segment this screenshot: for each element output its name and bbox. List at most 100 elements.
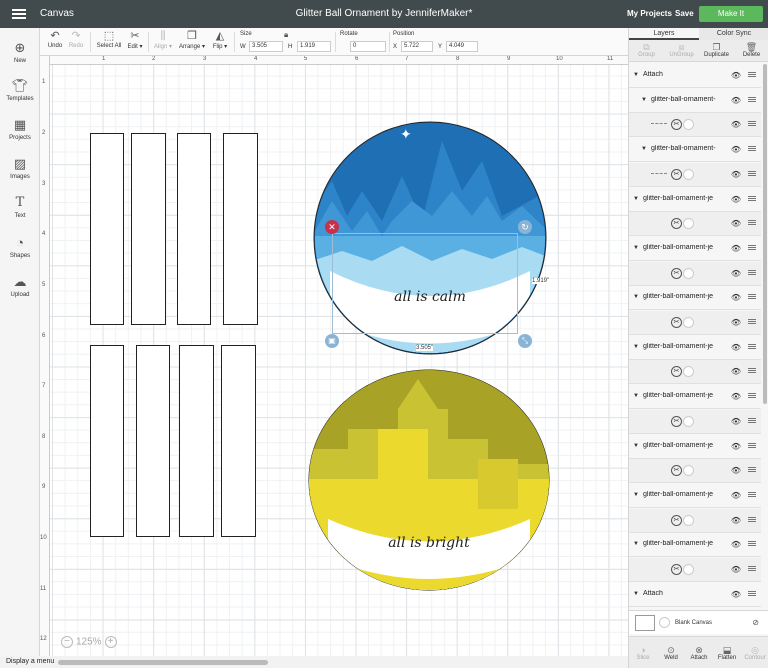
color-dot[interactable] (683, 168, 694, 180)
layer-group-row[interactable]: ▼ glitter-ball-ornament-je 👁︎ (629, 187, 761, 212)
zoom-in-icon[interactable]: + (104, 636, 117, 648)
rotate-handle-icon[interactable]: ↻ (518, 220, 532, 234)
sidebar-item-text[interactable]: T Text (0, 195, 40, 219)
color-dot[interactable] (683, 119, 694, 131)
visibility-eye-icon[interactable]: 👁︎ (731, 466, 741, 475)
color-dot[interactable] (683, 218, 694, 230)
visibility-eye-icon[interactable]: 👁︎ (731, 343, 741, 352)
cut-operation-icon[interactable]: ✂ (671, 415, 682, 427)
layer-group-row[interactable]: ▼ Attach 👁︎ (629, 64, 761, 88)
visibility-eye-icon[interactable]: 👁︎ (731, 96, 741, 105)
ornament-strip[interactable] (221, 345, 256, 537)
my-projects-link[interactable]: My Projects (627, 9, 672, 18)
ornament-strip[interactable] (179, 345, 214, 537)
visibility-eye-icon[interactable]: 👁︎ (731, 491, 741, 500)
drag-handle-icon[interactable] (748, 72, 756, 78)
visibility-eye-icon[interactable]: 👁︎ (731, 442, 741, 451)
cut-operation-icon[interactable]: ✂ (671, 218, 682, 230)
drag-handle-icon[interactable] (748, 195, 756, 202)
visibility-eye-icon[interactable]: 👁︎ (731, 269, 741, 278)
ornament-strip[interactable] (131, 133, 166, 325)
visibility-eye-icon[interactable]: 👁︎ (731, 516, 741, 525)
layer-item-row[interactable]: ✂ 👁︎ (629, 261, 761, 286)
attach-button[interactable]: ⊗ Attach (685, 645, 713, 661)
select-all-button[interactable]: ⬚ Select All (96, 30, 122, 49)
cut-operation-icon[interactable]: ✂ (671, 465, 682, 477)
expand-triangle-icon[interactable]: ▼ (633, 72, 639, 78)
make-it-button[interactable]: Make It (699, 6, 763, 22)
sidebar-item-shapes[interactable]: ◔ Shapes (0, 235, 40, 259)
height-input[interactable]: 1.919 (297, 41, 331, 52)
expand-triangle-icon[interactable]: ▼ (633, 443, 639, 449)
save-button[interactable]: Save (675, 9, 694, 18)
drag-handle-icon[interactable] (748, 368, 756, 374)
sidebar-item-templates[interactable]: 👕︎ Templates (0, 78, 40, 102)
tab-layers[interactable]: Layers (629, 28, 699, 40)
visibility-eye-icon[interactable]: 👁︎ (731, 540, 741, 549)
color-dot[interactable] (683, 267, 694, 279)
selection-box[interactable] (332, 233, 518, 334)
layer-group-row[interactable]: ▼ glitter-ball-ornament-je 👁︎ (629, 385, 761, 410)
visibility-eye-icon[interactable]: 👁︎ (731, 219, 741, 228)
cut-operation-icon[interactable]: ✂ (671, 366, 682, 378)
drag-handle-icon[interactable] (748, 343, 756, 350)
redo-button[interactable]: ↷ Redo (68, 30, 84, 49)
visibility-eye-icon[interactable]: 👁︎ (731, 367, 741, 376)
layer-item-row[interactable]: ✂ 👁︎ (629, 113, 761, 138)
sidebar-item-images[interactable]: ▨ Images (0, 156, 40, 180)
canvas-swatch[interactable] (635, 615, 655, 631)
drag-handle-icon[interactable] (748, 294, 756, 300)
drag-handle-icon[interactable] (748, 541, 756, 547)
undo-button[interactable]: ↶ Undo (46, 30, 64, 49)
visibility-eye-icon[interactable]: 👁︎ (731, 565, 741, 574)
blank-canvas-row[interactable]: Blank Canvas ⊘ (629, 610, 768, 634)
visibility-eye-icon[interactable]: 👁︎ (731, 170, 741, 179)
expand-triangle-icon[interactable]: ▼ (641, 97, 647, 103)
color-dot[interactable] (683, 415, 694, 427)
expand-triangle-icon[interactable]: ▼ (633, 492, 639, 498)
layer-item-row[interactable]: ✂ 👁︎ (629, 558, 761, 582)
drag-handle-icon[interactable] (748, 491, 756, 498)
align-menu-button[interactable]: ⫼ Align ▾ (152, 30, 174, 50)
y-position-input[interactable]: 4.049 (446, 41, 478, 52)
drag-handle-icon[interactable] (748, 220, 756, 226)
layer-group-row[interactable]: ▼ glitter-ball-ornament-je 👁︎ (629, 533, 761, 558)
drag-handle-icon[interactable] (748, 516, 756, 523)
sidebar-item-upload[interactable]: ☁ Upload (0, 274, 40, 298)
ungroup-button[interactable]: ⧈ UnGroup (664, 42, 699, 58)
ornament-strip[interactable] (223, 133, 258, 325)
design-canvas[interactable]: 1 2 3 4 5 6 7 8 9 10 11 1 2 3 4 5 6 7 8 … (40, 56, 628, 656)
horizontal-scrollbar[interactable] (58, 660, 268, 665)
drag-handle-icon[interactable] (748, 269, 756, 276)
layer-group-row[interactable]: ▼ glitter-ball-ornament-je 👁︎ (629, 236, 761, 261)
layer-item-row[interactable]: ✂ 👁︎ (629, 311, 761, 335)
rotate-input[interactable]: 0 (350, 41, 386, 52)
drag-handle-icon[interactable] (748, 417, 756, 424)
visibility-eye-icon[interactable]: 👁︎ (731, 392, 741, 401)
ornament-strip[interactable] (90, 133, 124, 325)
layer-item-row[interactable]: ✂ 👁︎ (629, 508, 761, 533)
visibility-eye-icon[interactable]: 👁︎ (731, 145, 741, 154)
resize-handle-icon[interactable]: ⤡ (518, 334, 532, 348)
visibility-eye-icon[interactable]: 👁︎ (731, 244, 741, 253)
layer-group-row[interactable]: ▼ glitter-ball-ornament- 👁︎ (629, 88, 761, 113)
visibility-eye-icon[interactable]: 👁︎ (731, 590, 741, 599)
drag-handle-icon[interactable] (748, 467, 756, 473)
zoom-out-icon[interactable]: − (61, 636, 73, 648)
expand-triangle-icon[interactable]: ▼ (633, 245, 639, 251)
layer-item-row[interactable]: ✂ 👁︎ (629, 360, 761, 385)
group-button[interactable]: ⧉ Group (629, 42, 664, 58)
edit-menu-button[interactable]: ✂ Edit ▾ (126, 30, 144, 50)
flatten-button[interactable]: ⬓ Flatten (713, 645, 741, 661)
visibility-eye-icon[interactable]: 👁︎ (731, 71, 741, 80)
expand-triangle-icon[interactable]: ▼ (633, 294, 639, 300)
drag-handle-icon[interactable] (748, 96, 756, 103)
drag-handle-icon[interactable] (748, 442, 756, 449)
tab-color-sync[interactable]: Color Sync (699, 28, 768, 40)
sidebar-item-new[interactable]: ⊕ New (0, 40, 40, 64)
cut-operation-icon[interactable]: ✂ (671, 514, 682, 526)
drag-handle-icon[interactable] (748, 170, 756, 177)
cut-operation-icon[interactable]: ✂ (671, 317, 682, 328)
drag-handle-icon[interactable] (748, 319, 756, 325)
weld-button[interactable]: ⊙ Weld (657, 645, 685, 661)
